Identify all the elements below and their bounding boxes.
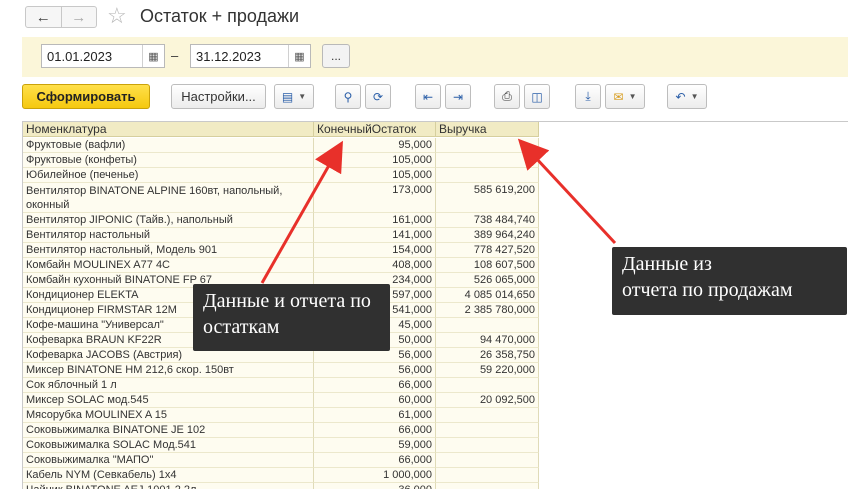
sales-annotation-line2: отчета по продажам (622, 279, 793, 301)
arrow-to-revenue-column (517, 138, 617, 245)
annotation-arrows (260, 138, 617, 284)
sales-annotation-callout: Данные из отчета по продажам (612, 247, 847, 315)
stock-annotation-text: Данные и отчета по остаткам (203, 290, 371, 338)
arrow-to-stock-column (260, 140, 343, 284)
sales-annotation-line1: Данные из (622, 253, 712, 275)
stock-annotation-callout: Данные и отчета по остаткам (193, 284, 390, 351)
